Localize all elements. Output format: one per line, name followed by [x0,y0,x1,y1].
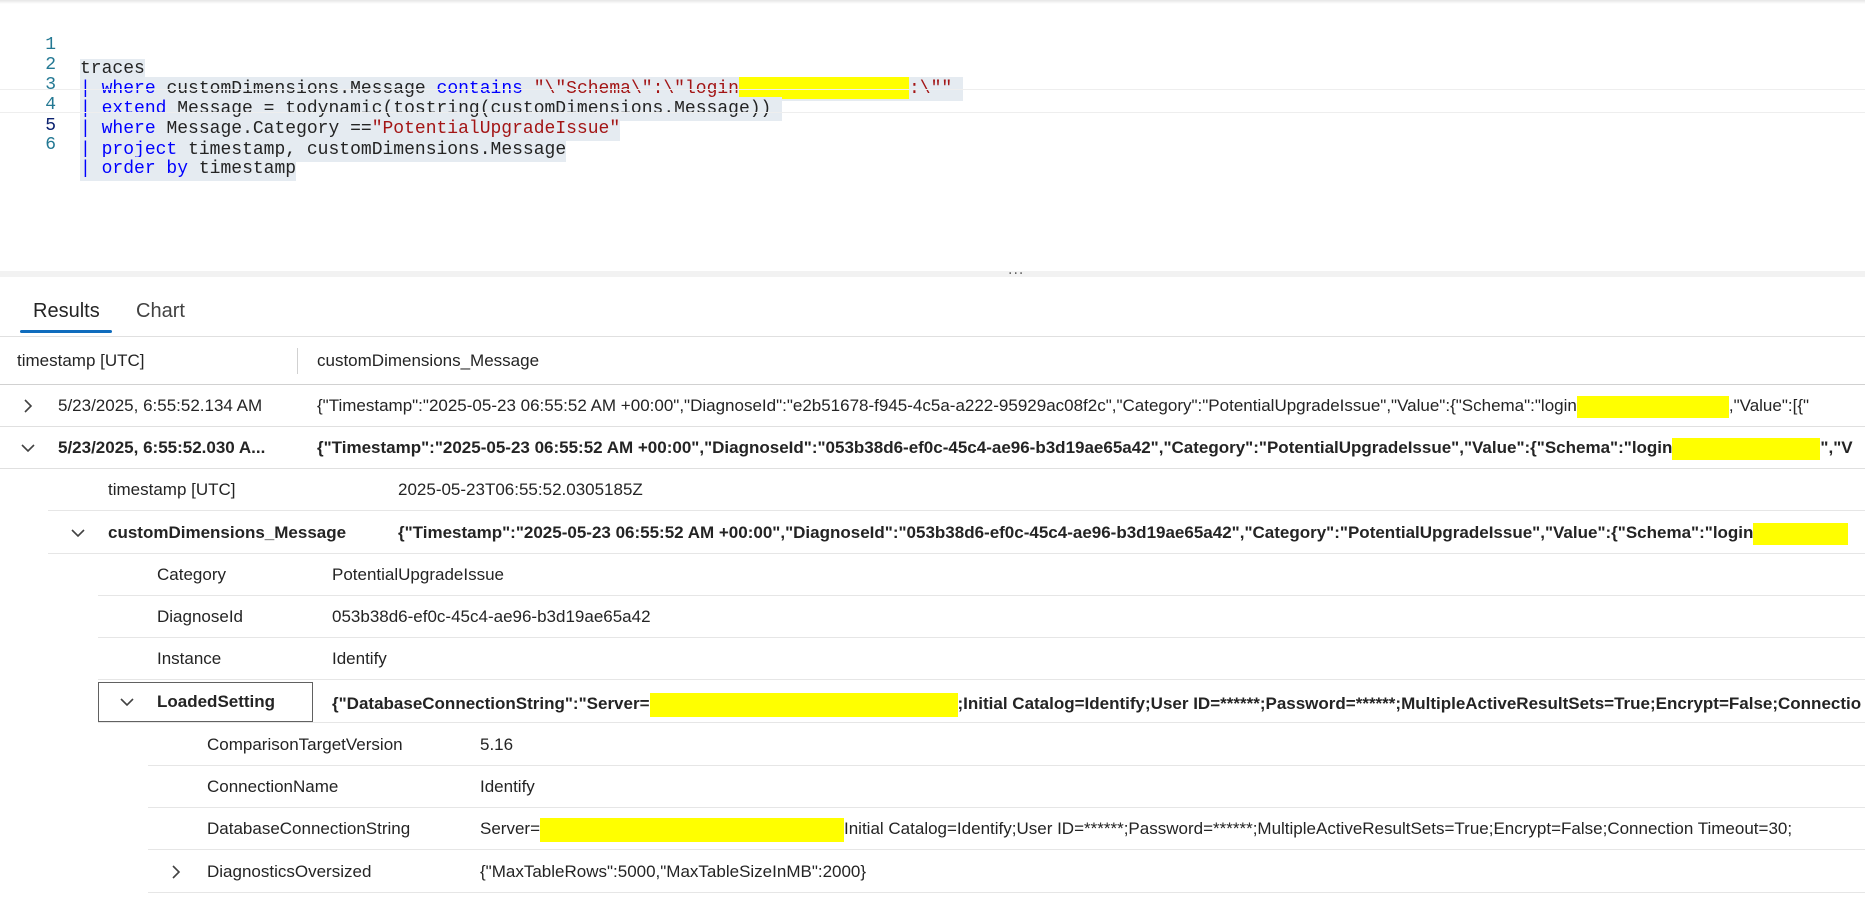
redaction-highlight [1672,437,1821,460]
detail-value[interactable]: {"DatabaseConnectionString":"Server= ;Ini… [332,683,1865,725]
pipe-operator: | [80,159,91,179]
tab-results[interactable]: Results [33,296,100,326]
detail-row: ConnectionName Identify [148,766,1865,808]
detail-value-prefix: {"DatabaseConnectionString":"Server= [332,694,650,713]
top-shadow [0,0,1865,4]
chevron-right-icon[interactable] [164,860,188,884]
detail-key: DiagnosticsOversized [207,862,372,881]
detail-row-expanded[interactable]: LoadedSetting {"DatabaseConnectionString… [98,681,1865,723]
detail-value[interactable]: Server= Initial Catalog=Identify;User ID=… [480,808,1865,850]
splitter-handle[interactable]: ... [1008,262,1024,278]
detail-value[interactable]: 053b38d6-ef0c-45c4-ae96-b3d19ae65a42 [332,596,651,638]
tabs-divider [0,336,1865,337]
detail-value[interactable]: Identify [480,766,535,808]
row-timestamp: 5/23/2025, 6:55:52.030 A... [58,438,266,457]
table-row[interactable]: 5/23/2025, 6:55:52.134 AM {"Timestamp":"… [0,385,1865,427]
detail-key: timestamp [UTC] [108,480,236,499]
detail-key: DiagnoseId [157,607,244,626]
detail-key: Instance [157,649,222,668]
redaction-highlight [649,692,958,717]
detail-key: DatabaseConnectionString [207,819,411,838]
chevron-down-icon[interactable] [66,521,90,545]
detail-row: timestamp [UTC] 2025-05-23T06:55:52.0305… [48,469,1865,511]
row-message-text: {"Timestamp":"2025-05-23 06:55:52 AM +00… [317,438,1673,457]
detail-row-collapsed[interactable]: DiagnosticsOversized {"MaxTableRows":500… [148,851,1865,893]
detail-row: Category PotentialUpgradeIssue [98,554,1865,596]
chevron-down-icon[interactable] [16,436,40,460]
detail-value-suffix: ;Initial Catalog=Identify;User ID=******… [957,694,1862,713]
row-message-tail: ","V [1820,438,1853,457]
detail-value[interactable]: Identify [332,638,387,680]
redaction-highlight [540,817,844,842]
row-message-text: {"Timestamp":"2025-05-23 06:55:52 AM +00… [317,396,1577,415]
detail-row: ComparisonTargetVersion 5.16 [148,724,1865,766]
editor-results-splitter[interactable] [0,271,1865,277]
detail-value[interactable]: {"MaxTableRows":5000,"MaxTableSizeInMB":… [480,851,866,893]
table-row-expanded[interactable]: 5/23/2025, 6:55:52.030 A... {"Timestamp"… [0,427,1865,469]
detail-value[interactable]: 2025-05-23T06:55:52.0305185Z [398,469,643,511]
detail-value-prefix: Server= [480,819,540,838]
detail-value[interactable]: PotentialUpgradeIssue [332,554,504,596]
keyword: order by [101,159,189,179]
row-message-tail: ,"Value":[{" [1728,396,1810,415]
detail-value[interactable]: {"Timestamp":"2025-05-23 06:55:52 AM +00… [398,512,1865,554]
detail-value[interactable]: 5.16 [480,724,513,766]
row-message: {"Timestamp":"2025-05-23 06:55:52 AM +00… [317,427,1865,469]
editor-line[interactable]: 6 | order by timestamp [0,109,1865,181]
detail-row: Instance Identify [98,638,1865,680]
chevron-right-icon[interactable] [16,394,40,418]
row-divider [148,892,1865,893]
row-divider [148,849,1865,850]
line-number: 6 [45,135,56,155]
code-text: timestamp [198,159,297,179]
detail-key: customDimensions_Message [108,523,347,542]
row-divider [48,510,1865,511]
detail-value-suffix: Initial Catalog=Identify;User ID=******;… [844,819,1793,838]
row-timestamp: 5/23/2025, 6:55:52.134 AM [58,396,263,415]
column-header-message[interactable]: customDimensions_Message [317,337,539,384]
row-message: {"Timestamp":"2025-05-23 06:55:52 AM +00… [317,385,1865,427]
tab-chart[interactable]: Chart [136,296,185,326]
detail-row: DatabaseConnectionString Server= Initial … [148,808,1865,850]
redaction-highlight [1753,522,1849,545]
column-header-timestamp[interactable]: timestamp [UTC] [17,337,145,384]
detail-key: ConnectionName [207,777,339,796]
detail-key: Category [157,565,226,584]
detail-value-text: {"Timestamp":"2025-05-23 06:55:52 AM +00… [398,523,1754,542]
query-editor[interactable]: 1 traces 2 | where customDimensions.Mess… [0,9,1865,271]
detail-key: ComparisonTargetVersion [207,735,403,754]
redaction-highlight [1576,395,1729,418]
detail-row: DiagnoseId 053b38d6-ef0c-45c4-ae96-b3d19… [98,596,1865,638]
detail-row-expanded[interactable]: customDimensions_Message {"Timestamp":"2… [48,512,1865,554]
row-divider [98,679,1865,680]
focus-outline [98,682,313,722]
column-resize-handle[interactable] [297,348,298,374]
row-divider [98,722,1865,723]
active-tab-indicator [20,330,112,333]
